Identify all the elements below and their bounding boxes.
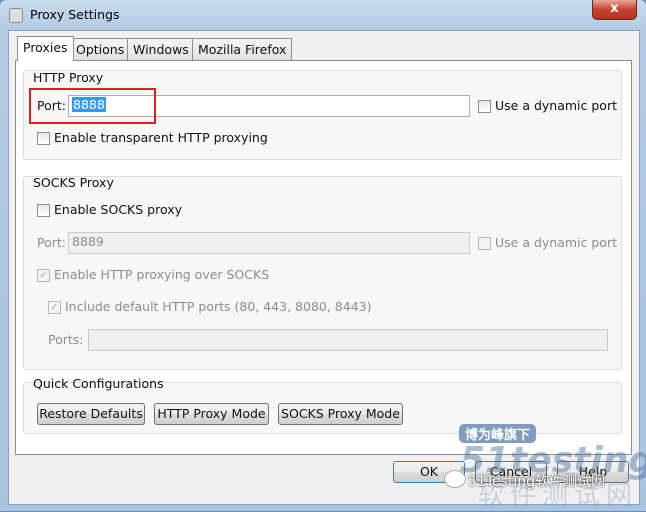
socks-proxy-label: SOCKS Proxy	[33, 175, 114, 190]
socks-port-label: Port:	[37, 235, 66, 250]
transparent-proxy-label: Enable transparent HTTP proxying	[54, 130, 268, 145]
tab-mozilla-firefox[interactable]: Mozilla Firefox	[192, 38, 293, 60]
socks-dynamic-port-checkbox[interactable]	[478, 237, 491, 250]
http-over-socks-checkbox[interactable]: ✓	[37, 269, 50, 282]
proxy-settings-window: Proxy Settings x Proxies Options Windows…	[0, 0, 646, 511]
tab-options[interactable]: Options	[70, 38, 131, 60]
tab-windows[interactable]: Windows	[127, 38, 195, 60]
include-default-ports-checkbox[interactable]: ✓	[48, 301, 61, 314]
help-button[interactable]: Help	[557, 461, 629, 483]
transparent-proxy-checkbox[interactable]	[37, 132, 50, 145]
cancel-button[interactable]: Cancel	[475, 461, 547, 483]
quick-config-label: Quick Configurations	[33, 376, 164, 391]
window-title: Proxy Settings	[30, 7, 120, 22]
http-proxy-mode-button[interactable]: HTTP Proxy Mode	[154, 403, 269, 425]
http-proxy-label: HTTP Proxy	[33, 70, 104, 85]
socks-dynamic-port-label: Use a dynamic port	[495, 235, 617, 250]
ports-label: Ports:	[48, 332, 84, 347]
include-default-ports-label: Include default HTTP ports (80, 443, 808…	[65, 299, 372, 314]
close-button[interactable]: x	[592, 0, 637, 20]
socks-proxy-mode-button[interactable]: SOCKS Proxy Mode	[278, 403, 403, 425]
tab-proxies[interactable]: Proxies	[17, 36, 74, 61]
enable-socks-checkbox[interactable]	[37, 204, 50, 217]
enable-socks-label: Enable SOCKS proxy	[54, 202, 183, 217]
http-over-socks-label: Enable HTTP proxying over SOCKS	[54, 267, 270, 282]
highlight-box	[29, 88, 156, 124]
http-dynamic-port-label: Use a dynamic port	[495, 98, 617, 113]
http-dynamic-port-checkbox[interactable]	[478, 100, 491, 113]
ok-button[interactable]: OK	[393, 461, 465, 483]
app-icon	[9, 8, 23, 23]
ports-input[interactable]	[88, 329, 608, 351]
socks-port-input[interactable]: 8889	[68, 232, 470, 254]
restore-defaults-button[interactable]: Restore Defaults	[37, 403, 145, 425]
